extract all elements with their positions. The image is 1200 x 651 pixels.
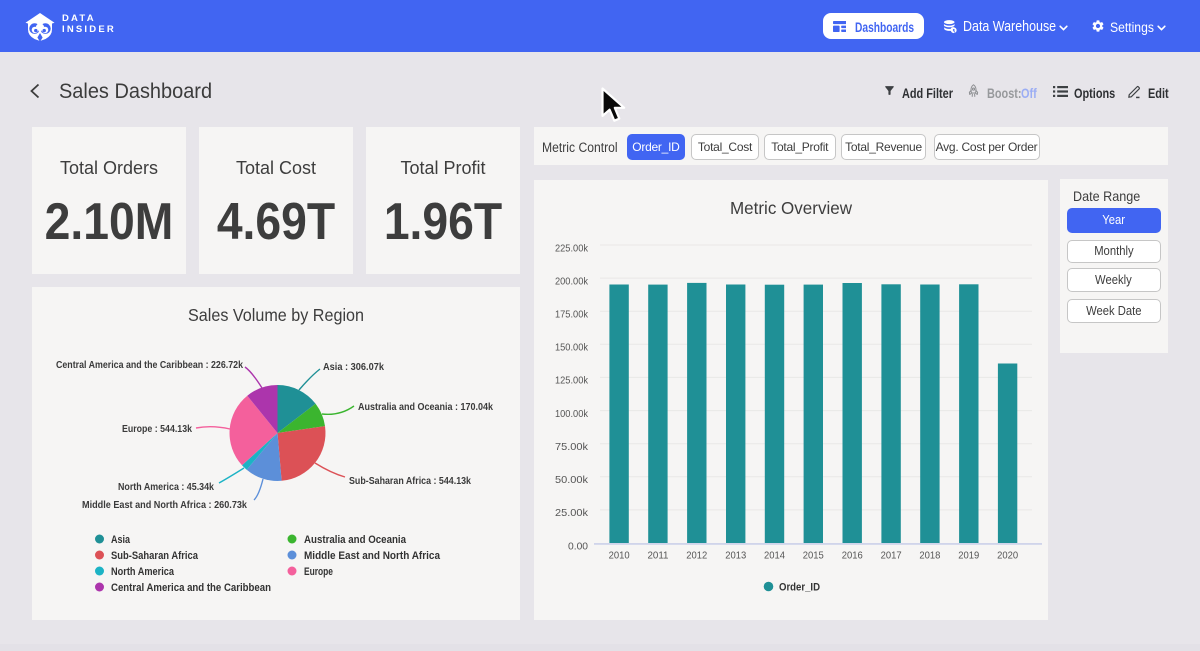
svg-text:2010: 2010	[609, 550, 630, 562]
svg-text:Order_ID: Order_ID	[779, 582, 820, 594]
svg-text:Australia and Oceania : 170.04: Australia and Oceania : 170.04k	[358, 401, 493, 413]
svg-text:North America: North America	[111, 566, 175, 578]
svg-text:2011: 2011	[648, 550, 669, 562]
svg-text:2020: 2020	[997, 550, 1018, 562]
svg-text:Sub-Saharan Africa: Sub-Saharan Africa	[111, 550, 199, 562]
svg-text:2012: 2012	[686, 550, 707, 562]
svg-text:2017: 2017	[881, 550, 902, 562]
svg-text:25.00k: 25.00k	[555, 507, 589, 519]
svg-text:Europe : 544.13k: Europe : 544.13k	[122, 423, 192, 435]
svg-text:Asia: Asia	[111, 534, 131, 546]
svg-text:Central America and the Caribb: Central America and the Caribbean	[111, 582, 271, 594]
svg-text:Australia and Oceania: Australia and Oceania	[304, 534, 407, 546]
svg-text:2016: 2016	[842, 550, 863, 562]
svg-text:Middle East and North Africa: Middle East and North Africa	[304, 550, 441, 562]
svg-text:100.00k: 100.00k	[555, 408, 589, 420]
svg-text:75.00k: 75.00k	[555, 441, 589, 453]
svg-text:Europe: Europe	[304, 566, 333, 578]
svg-text:Sales Volume by Region: Sales Volume by Region	[188, 305, 364, 325]
svg-text:Sub-Saharan Africa : 544.13k: Sub-Saharan Africa : 544.13k	[349, 475, 471, 487]
svg-text:Central America and the Caribb: Central America and the Caribbean : 226.…	[56, 359, 243, 371]
svg-text:0.00: 0.00	[568, 540, 588, 552]
svg-text:200.00k: 200.00k	[555, 275, 589, 287]
svg-text:2014: 2014	[764, 550, 785, 562]
svg-text:125.00k: 125.00k	[555, 375, 589, 387]
svg-text:150.00k: 150.00k	[555, 342, 589, 354]
svg-text:Asia : 306.07k: Asia : 306.07k	[323, 361, 384, 373]
svg-text:Middle East and North Africa :: Middle East and North Africa : 260.73k	[82, 499, 247, 511]
svg-text:225.00k: 225.00k	[555, 242, 589, 254]
svg-text:2013: 2013	[725, 550, 746, 562]
svg-text:2019: 2019	[958, 550, 979, 562]
svg-text:Metric Overview: Metric Overview	[730, 198, 852, 218]
svg-text:50.00k: 50.00k	[555, 474, 589, 486]
svg-text:2018: 2018	[919, 550, 940, 562]
svg-text:North America : 45.34k: North America : 45.34k	[118, 481, 214, 493]
svg-text:175.00k: 175.00k	[555, 309, 589, 321]
svg-text:2015: 2015	[803, 550, 824, 562]
